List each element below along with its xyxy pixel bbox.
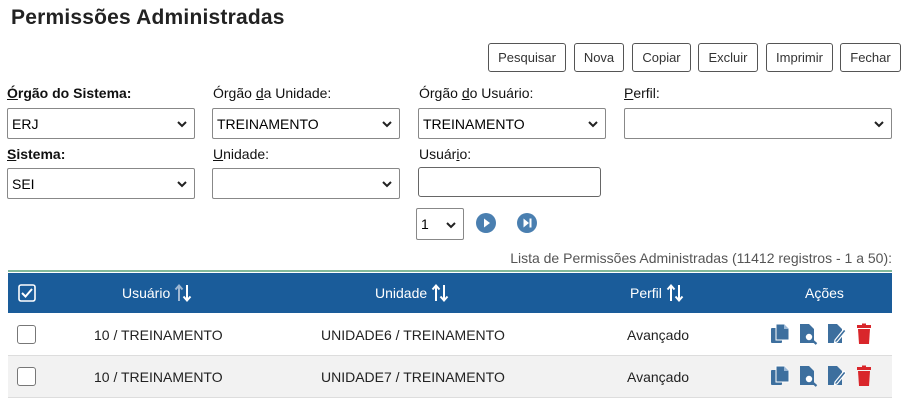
- chevron-down-icon: [382, 121, 392, 128]
- imprimir-button[interactable]: Imprimir: [766, 43, 833, 72]
- cell-usuario: 10 / TREINAMENTO: [94, 327, 223, 343]
- column-header-unidade[interactable]: Unidade: [375, 273, 449, 313]
- page-select[interactable]: 1: [416, 208, 464, 240]
- divider: [8, 270, 892, 272]
- table-header: Usuário Unidade Perfil Ações: [8, 273, 892, 313]
- sort-icon[interactable]: [666, 283, 684, 303]
- orgao-usuario-value: TREINAMENTO: [423, 115, 525, 132]
- cell-unidade: UNIDADE7 / TREINAMENTO: [321, 369, 505, 385]
- sistema-select[interactable]: SEI: [7, 168, 195, 199]
- cell-unidade: UNIDADE6 / TREINAMENTO: [321, 327, 505, 343]
- column-header-perfil[interactable]: Perfil: [630, 273, 684, 313]
- table-caption: Lista de Permissões Administradas (11412…: [510, 250, 892, 266]
- sort-icon[interactable]: [174, 283, 192, 303]
- sistema-value: SEI: [12, 175, 35, 192]
- orgao-sistema-label: Órgão do Sistema:: [7, 85, 132, 101]
- select-all-checkbox-icon[interactable]: [18, 284, 36, 302]
- last-page-icon[interactable]: [517, 213, 537, 233]
- usuario-label: Usuário:: [419, 146, 472, 162]
- orgao-unidade-label: Órgão da Unidade:: [213, 85, 332, 101]
- sistema-label: Sistema:: [7, 146, 66, 162]
- edit-icon[interactable]: [826, 365, 846, 387]
- usuario-input[interactable]: [418, 167, 601, 197]
- orgao-usuario-select[interactable]: TREINAMENTO: [418, 108, 606, 139]
- cell-usuario: 10 / TREINAMENTO: [94, 369, 223, 385]
- unidade-label: Unidade:: [213, 146, 270, 162]
- excluir-button[interactable]: Excluir: [698, 43, 758, 72]
- orgao-sistema-value: ERJ: [12, 115, 39, 132]
- cell-perfil: Avançado: [627, 369, 690, 385]
- fechar-button[interactable]: Fechar: [840, 43, 901, 72]
- row-checkbox[interactable]: [17, 325, 36, 344]
- search-document-icon[interactable]: [798, 365, 818, 387]
- perfil-label: Perfil:: [624, 85, 660, 101]
- orgao-unidade-select[interactable]: TREINAMENTO: [212, 108, 400, 139]
- orgao-unidade-value: TREINAMENTO: [217, 115, 319, 132]
- table-row: 10 / TREINAMENTO UNIDADE7 / TREINAMENTO …: [8, 356, 892, 398]
- orgao-usuario-label: Órgão do Usuário:: [419, 85, 534, 101]
- nova-button[interactable]: Nova: [574, 43, 624, 72]
- chevron-down-icon: [874, 121, 884, 128]
- orgao-sistema-select[interactable]: ERJ: [7, 108, 195, 139]
- unidade-select[interactable]: [212, 168, 400, 199]
- chevron-down-icon: [177, 181, 187, 188]
- table-row: 10 / TREINAMENTO UNIDADE6 / TREINAMENTO …: [8, 314, 892, 356]
- copy-icon[interactable]: [770, 323, 790, 345]
- delete-icon[interactable]: [854, 323, 874, 345]
- chevron-down-icon: [588, 121, 598, 128]
- perfil-select[interactable]: [624, 108, 892, 139]
- search-document-icon[interactable]: [798, 323, 818, 345]
- next-page-icon[interactable]: [476, 213, 496, 233]
- column-header-acoes: Ações: [805, 285, 844, 301]
- chevron-down-icon: [382, 181, 392, 188]
- chevron-down-icon: [446, 222, 456, 229]
- page-title: Permissões Administradas: [11, 6, 285, 29]
- delete-icon[interactable]: [854, 365, 874, 387]
- cell-perfil: Avançado: [627, 327, 690, 343]
- chevron-down-icon: [177, 121, 187, 128]
- page-select-value: 1: [421, 216, 429, 232]
- copiar-button[interactable]: Copiar: [632, 43, 691, 72]
- edit-icon[interactable]: [826, 323, 846, 345]
- copy-icon[interactable]: [770, 365, 790, 387]
- column-header-usuario[interactable]: Usuário: [122, 273, 192, 313]
- pesquisar-button[interactable]: Pesquisar: [488, 43, 566, 72]
- sort-icon[interactable]: [431, 283, 449, 303]
- row-checkbox[interactable]: [17, 367, 36, 386]
